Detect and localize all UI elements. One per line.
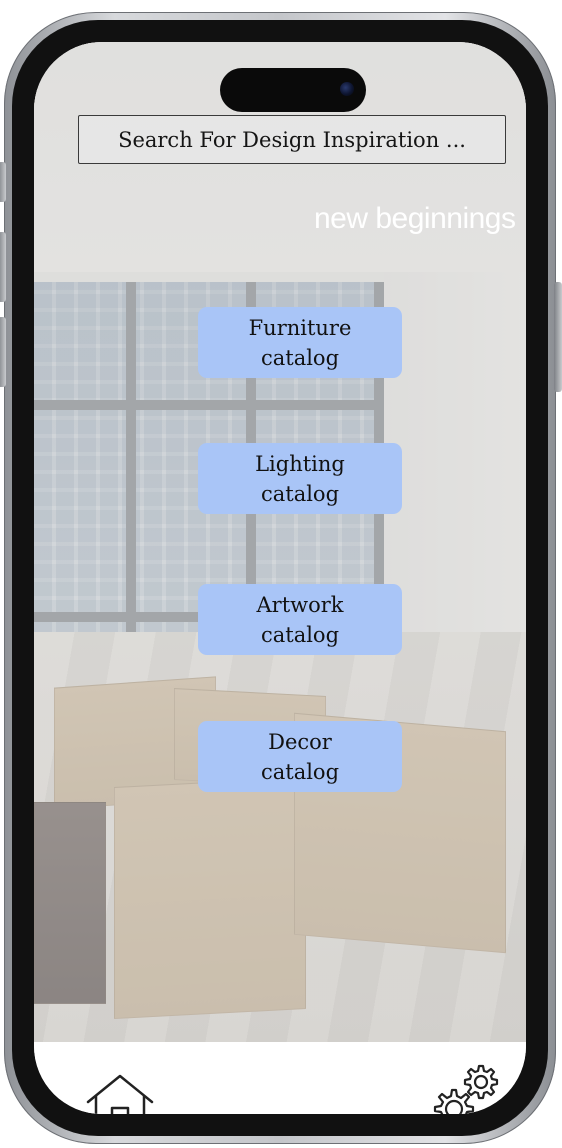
hero-caption: new beginnings — [314, 202, 516, 235]
home-icon[interactable] — [84, 1072, 156, 1114]
button-label-line2: catalog — [260, 345, 340, 370]
action-button — [0, 162, 6, 202]
power-button — [554, 282, 562, 392]
button-label-line1: Lighting — [255, 451, 345, 476]
button-label-line1: Furniture — [248, 315, 352, 340]
volume-down-button — [0, 317, 6, 387]
button-label-line2: catalog — [260, 622, 340, 647]
button-label-line1: Decor — [268, 729, 332, 754]
phone-bezel: Search For Design Inspiration ... new be… — [12, 20, 548, 1136]
decor-catalog-button[interactable]: Decor catalog — [198, 721, 402, 792]
button-label-line2: catalog — [260, 759, 340, 784]
gears-icon[interactable] — [422, 1060, 508, 1114]
background-photo — [34, 42, 526, 1042]
lighting-catalog-button[interactable]: Lighting catalog — [198, 443, 402, 514]
search-bar[interactable]: Search For Design Inspiration ... — [78, 115, 506, 164]
button-label-line2: catalog — [260, 481, 340, 506]
button-label-line1: Artwork — [256, 592, 344, 617]
volume-up-button — [0, 232, 6, 302]
screen: Search For Design Inspiration ... new be… — [34, 42, 526, 1114]
artwork-catalog-button[interactable]: Artwork catalog — [198, 584, 402, 655]
phone-frame: Search For Design Inspiration ... new be… — [0, 12, 562, 1144]
front-camera — [340, 82, 354, 96]
furniture-catalog-button[interactable]: Furniture catalog — [198, 307, 402, 378]
